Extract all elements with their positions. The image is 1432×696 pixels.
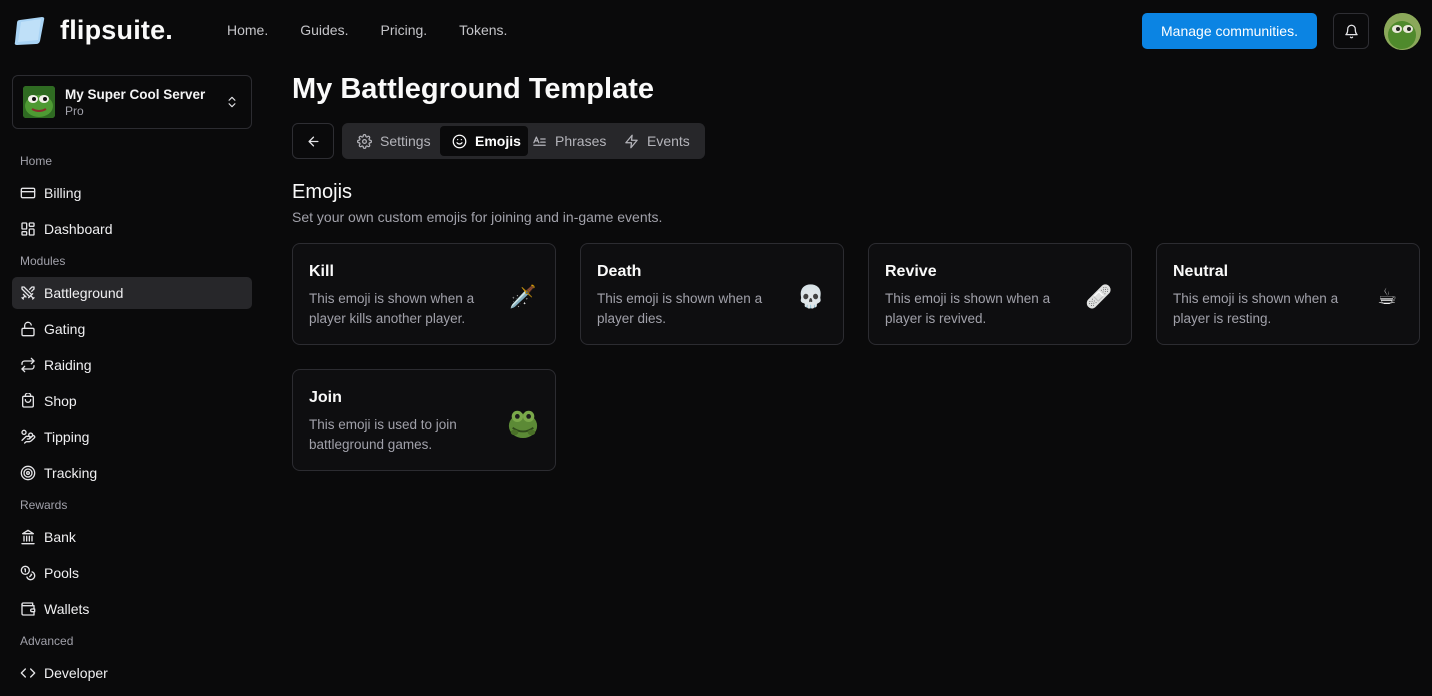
sidebar-item-pools[interactable]: Pools <box>12 557 252 589</box>
logo[interactable]: flipsuite. <box>14 15 173 46</box>
emoji-card-kill[interactable]: Kill This emoji is shown when a player k… <box>292 243 556 345</box>
sidebar-item-tipping[interactable]: Tipping <box>12 421 252 453</box>
tab-bar: Settings Emojis Phrases Events <box>342 123 705 159</box>
sidebar-item-wallets[interactable]: Wallets <box>12 593 252 625</box>
shopping-bag-icon <box>22 393 34 408</box>
card-title: Join <box>309 389 342 406</box>
sidebar-item-label: Pools <box>44 565 80 581</box>
nav-guides[interactable]: Guides. <box>300 22 348 38</box>
section-advanced: Advanced <box>20 634 74 648</box>
code-icon <box>20 668 36 678</box>
sidebar-item-label: Dashboard <box>44 221 113 237</box>
arrow-left-icon <box>308 136 318 146</box>
skull-icon[interactable]: 💀 <box>795 281 827 313</box>
sidebar-item-label: Shop <box>44 393 77 409</box>
card-description: This emoji is shown when a player kills … <box>309 291 475 326</box>
sidebar-item-raiding[interactable]: Raiding <box>12 349 252 381</box>
target-icon <box>20 465 36 481</box>
section-rewards: Rewards <box>20 498 68 512</box>
manage-communities-button[interactable]: Manage communities. <box>1142 13 1317 49</box>
flipsuite-logo-icon <box>14 16 46 46</box>
bank-icon <box>21 529 35 545</box>
emoji-card-death[interactable]: Death This emoji is shown when a player … <box>580 243 844 345</box>
sidebar-item-label: Wallets <box>44 601 90 617</box>
emoji-card-revive[interactable]: Revive This emoji is shown when a player… <box>868 243 1132 345</box>
card-icon <box>20 187 36 199</box>
card-description: This emoji is shown when a player dies. <box>597 291 763 326</box>
tab-label: Emojis <box>475 133 521 149</box>
coffee-icon[interactable]: ☕ <box>1371 281 1403 313</box>
section-home: Home <box>20 154 53 168</box>
server-plan: Pro <box>65 103 84 118</box>
bandage-icon[interactable]: 🩹 <box>1083 281 1115 313</box>
sidebar-item-shop[interactable]: Shop <box>12 385 252 417</box>
server-switcher[interactable]: My Super Cool Server Pro <box>12 75 252 129</box>
swords-icon <box>21 286 35 300</box>
brand-name: flipsuite. <box>60 15 174 45</box>
server-avatar <box>23 86 55 118</box>
section-modules: Modules <box>20 254 66 268</box>
sidebar-item-bank[interactable]: Bank <box>12 521 252 553</box>
sidebar-item-dashboard[interactable]: Dashboard <box>12 213 252 245</box>
back-button[interactable] <box>292 123 334 159</box>
nav-pricing[interactable]: Pricing. <box>380 22 427 38</box>
lock-icon <box>21 321 35 337</box>
card-description: This emoji is shown when a player is res… <box>1173 291 1339 326</box>
notifications-button[interactable] <box>1333 13 1369 49</box>
card-description: This emoji is shown when a player is rev… <box>885 291 1051 326</box>
sidebar-item-tracking[interactable]: Tracking <box>12 457 252 489</box>
page-title: My Battleground Template <box>292 73 654 105</box>
sidebar-item-label: Raiding <box>44 357 92 373</box>
card-title: Revive <box>885 263 937 280</box>
sidebar-item-label: Tipping <box>44 429 90 445</box>
tab-phrases[interactable]: Phrases <box>520 126 613 156</box>
top-bar: flipsuite. Home. Guides. Pricing. Tokens… <box>0 0 1432 62</box>
sidebar-item-label: Developer <box>44 665 108 681</box>
tab-emojis[interactable]: Emojis <box>440 126 528 156</box>
nav-home[interactable]: Home. <box>227 22 268 38</box>
frog-emoji-icon[interactable] <box>507 407 539 439</box>
tab-events[interactable]: Events <box>612 126 697 156</box>
tab-settings[interactable]: Settings <box>345 126 438 156</box>
sidebar-item-label: Bank <box>44 529 76 545</box>
section-subtitle: Set your own custom emojis for joining a… <box>292 209 663 225</box>
card-title: Neutral <box>1173 263 1229 280</box>
dashboard-icon <box>21 222 35 236</box>
emoji-card-join[interactable]: Join This emoji is used to join battlegr… <box>292 369 556 471</box>
user-avatar[interactable] <box>1384 13 1421 50</box>
bell-icon <box>1344 24 1358 38</box>
sidebar-item-label: Battleground <box>44 285 124 301</box>
repeat-icon <box>21 357 35 373</box>
server-name: My Super Cool Server <box>65 86 206 102</box>
coins-icon <box>20 565 36 581</box>
tab-label: Phrases <box>555 133 607 149</box>
sidebar: My Super Cool Server Pro Home Billing Da… <box>0 62 264 696</box>
dagger-icon[interactable]: 🗡️ <box>507 281 539 313</box>
zap-icon <box>625 134 638 148</box>
card-title: Death <box>597 263 642 280</box>
sidebar-item-label: Billing <box>44 185 82 201</box>
sidebar-item-label: Tracking <box>44 465 98 481</box>
sidebar-item-billing[interactable]: Billing <box>12 177 252 209</box>
sidebar-item-battleground[interactable]: Battleground <box>12 277 252 309</box>
chevrons-up-down-icon <box>228 96 236 108</box>
card-description: This emoji is used to join battleground … <box>309 417 457 452</box>
section-title: Emojis <box>292 181 353 203</box>
tab-label: Settings <box>380 133 431 149</box>
text-icon <box>533 136 546 146</box>
sidebar-item-gating[interactable]: Gating <box>12 313 252 345</box>
top-nav: Home. Guides. Pricing. Tokens. <box>227 22 539 38</box>
smile-icon <box>452 134 467 148</box>
nav-tokens[interactable]: Tokens. <box>459 22 507 38</box>
wallet-icon <box>21 602 36 616</box>
emoji-card-neutral[interactable]: Neutral This emoji is shown when a playe… <box>1156 243 1420 345</box>
gear-icon <box>357 133 372 149</box>
hand-coins-icon <box>21 429 36 444</box>
tab-label: Events <box>647 133 690 149</box>
sidebar-item-label: Gating <box>44 321 86 337</box>
card-title: Kill <box>309 263 334 280</box>
sidebar-item-developer[interactable]: Developer <box>12 657 252 689</box>
